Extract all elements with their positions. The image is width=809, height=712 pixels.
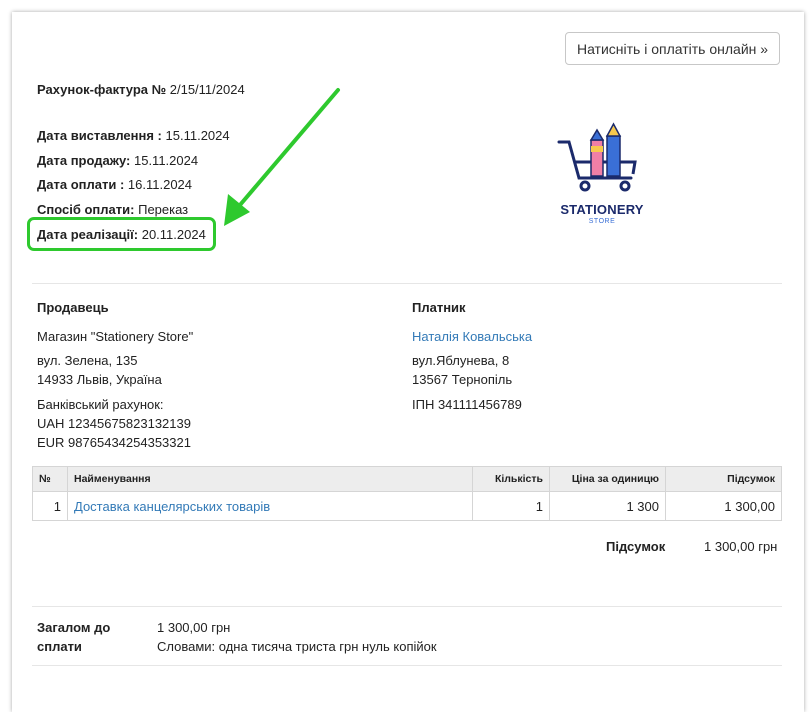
row-number: 1 xyxy=(32,491,68,521)
total-amount-words: Словами: одна тисяча триста грн нуль коп… xyxy=(157,639,437,654)
seller-address-street: вул. Зелена, 135 xyxy=(37,353,138,368)
payment-date-row: Дата оплати : 16.11.2024 xyxy=(37,173,230,198)
total-label: Загалом до сплати xyxy=(37,620,111,654)
row-unit-price: 1 300 xyxy=(549,491,666,521)
invoice-page: Натисніть і оплатіть онлайн » Рахунок-фа… xyxy=(12,12,804,712)
total-details: 1 300,00 грн Словами: одна тисяча триста… xyxy=(157,618,437,656)
pay-online-button[interactable]: Натисніть і оплатіть онлайн » xyxy=(565,32,780,65)
seller-bank-label: Банківський рахунок: xyxy=(37,397,164,412)
issue-date-row: Дата виставлення : 15.11.2024 xyxy=(37,124,230,149)
seller-heading: Продавець xyxy=(37,300,109,315)
row-subtotal: 1 300,00 xyxy=(665,491,782,521)
issue-date-label: Дата виставлення : xyxy=(37,128,162,143)
payment-method-value: Переказ xyxy=(138,202,189,218)
table-header-row: № Найменування Кількість Ціна за одиницю… xyxy=(32,466,782,492)
store-logo: STATIONERY STORE xyxy=(547,120,657,230)
col-header-quantity: Кількість xyxy=(472,466,550,492)
seller-address-city: 14933 Львів, Україна xyxy=(37,372,162,387)
divider xyxy=(32,665,782,666)
col-header-number: № xyxy=(32,466,68,492)
payment-date-label: Дата оплати : xyxy=(37,177,125,193)
payer-details: Наталія Ковальська вул.Яблунева, 8 13567… xyxy=(412,327,532,414)
seller-bank-eur: EUR 98765434254353321 xyxy=(37,435,191,450)
total-amount: 1 300,00 грн xyxy=(157,620,231,635)
payer-address-street: вул.Яблунева, 8 xyxy=(412,353,510,368)
sale-date-label: Дата продажу: xyxy=(37,152,131,168)
col-header-subtotal: Підсумок xyxy=(665,466,782,492)
divider xyxy=(32,283,782,284)
payer-name-link[interactable]: Наталія Ковальська xyxy=(412,327,532,346)
payment-date-value: 16.11.2024 xyxy=(127,177,193,193)
highlight-box xyxy=(27,217,216,251)
payment-method-label: Спосіб оплати: xyxy=(37,202,135,218)
table-row: 1 Доставка канцелярських товарів 1 1 300… xyxy=(32,491,782,521)
row-quantity: 1 xyxy=(472,491,550,521)
seller-details: Магазин "Stationery Store" вул. Зелена, … xyxy=(37,327,193,452)
col-header-unit-price: Ціна за одиницю xyxy=(549,466,666,492)
sale-date-value: 15.11.2024 xyxy=(133,152,199,168)
items-table: № Найменування Кількість Ціна за одиницю… xyxy=(32,466,782,521)
subtotal-value: 1 300,00 грн xyxy=(704,539,778,554)
green-arrow-icon xyxy=(224,88,340,226)
seller-name: Магазин "Stationery Store" xyxy=(37,329,194,344)
payer-address-city: 13567 Тернопіль xyxy=(412,372,513,387)
seller-bank-uah: UAH 12345675823132139 xyxy=(37,416,191,431)
row-item-name-link[interactable]: Доставка канцелярських товарів xyxy=(67,491,473,521)
divider xyxy=(32,606,782,607)
subtotal-label: Підсумок xyxy=(606,539,666,554)
invoice-title-label: Рахунок-фактура № xyxy=(37,82,167,97)
shopping-cart-pencils-icon xyxy=(557,122,637,192)
col-header-name: Найменування xyxy=(67,466,473,492)
payer-tax-id: ІПН 341111456789 xyxy=(412,397,522,412)
sale-date-row: Дата продажу: 15.11.2024 xyxy=(37,149,230,174)
logo-subtitle: STORE xyxy=(588,218,616,225)
payer-heading: Платник xyxy=(412,300,466,315)
logo-name: STATIONERY xyxy=(560,202,644,217)
